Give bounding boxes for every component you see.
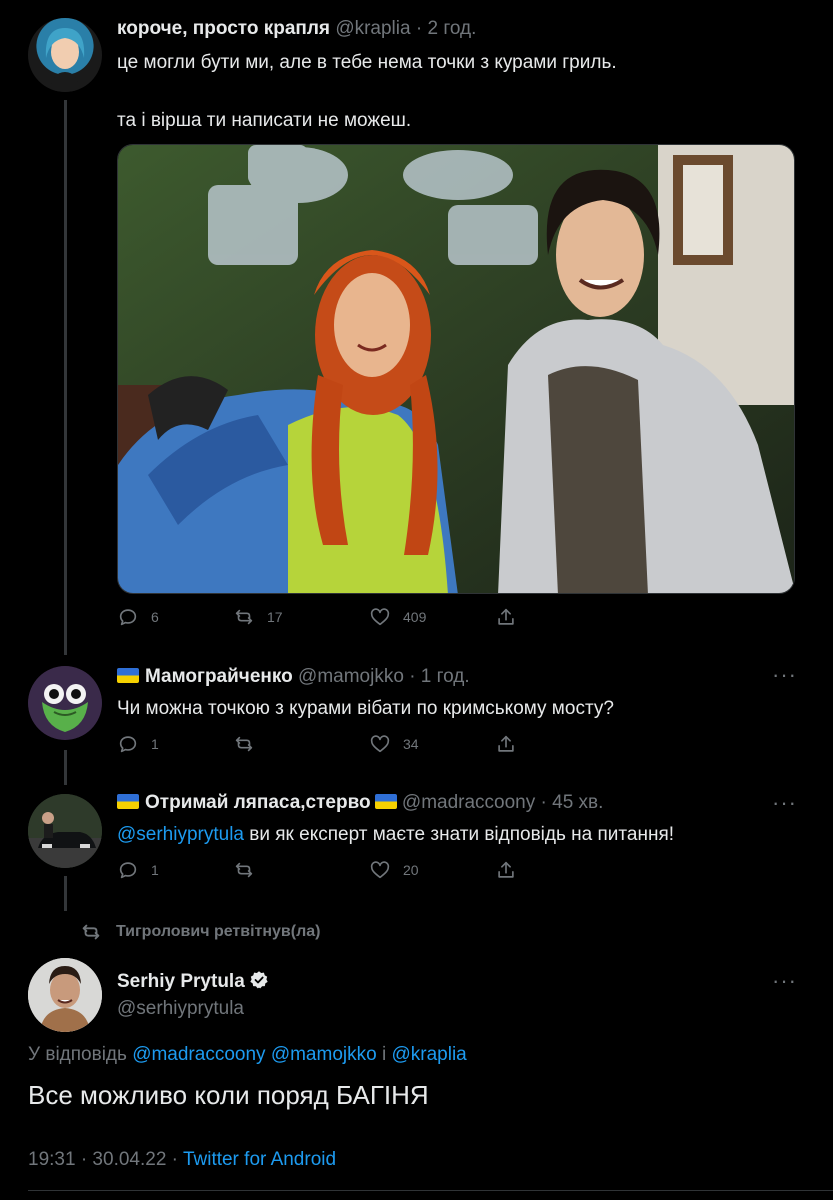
author-name[interactable]: Отримай ляпаса,стерво <box>145 792 371 813</box>
tweet-header: Отримай ляпаса,стерво @madraccoony · 45 … <box>117 792 603 814</box>
reply-button[interactable]: 6 <box>117 606 159 628</box>
ukraine-flag-icon <box>117 794 139 809</box>
divider <box>28 1190 833 1191</box>
avatar-portrait <box>45 28 85 92</box>
author-handle[interactable]: @madraccoony <box>402 792 535 813</box>
reply-icon <box>119 609 137 626</box>
retweet-button[interactable]: 17 <box>233 606 283 628</box>
mention-link[interactable]: @madraccoony <box>132 1044 265 1065</box>
separator: · <box>409 666 416 687</box>
tweet-time[interactable]: 45 хв. <box>552 792 603 813</box>
share-button[interactable] <box>495 733 517 755</box>
reply-count: 1 <box>151 736 159 752</box>
heart-icon <box>370 735 390 753</box>
mention-link[interactable]: @kraplia <box>391 1044 466 1065</box>
action-bar: 6 17 409 <box>117 606 537 630</box>
tweet-footer: 19:31 · 30.04.22 · Twitter for Android <box>28 1149 336 1171</box>
thread-line <box>64 750 67 785</box>
mention-link[interactable]: @mamojkko <box>271 1044 377 1065</box>
share-icon <box>498 735 514 752</box>
portrait-avatar <box>28 958 102 1032</box>
reply-and: і <box>376 1044 392 1065</box>
reply-button[interactable]: 1 <box>117 733 159 755</box>
retweeted-by[interactable]: Тигролович ретвітнув(ла) <box>80 921 320 943</box>
source-link[interactable]: Twitter for Android <box>183 1149 336 1170</box>
retweet-icon <box>235 609 253 625</box>
tweet-time[interactable]: 1 год. <box>421 666 470 687</box>
reply-icon <box>119 736 137 753</box>
author-name[interactable]: короче, просто крапля <box>117 18 330 39</box>
reply-context: У відповідь @madraccoony @mamojkko і @kr… <box>28 1044 467 1066</box>
car-avatar <box>28 794 102 868</box>
avatar[interactable] <box>28 958 102 1032</box>
share-button[interactable] <box>495 606 517 628</box>
reply-prefix: У відповідь <box>28 1044 133 1065</box>
retweet-icon <box>235 736 253 752</box>
retweet-count: 17 <box>267 609 283 625</box>
reply-count: 1 <box>151 862 159 878</box>
like-button[interactable]: 409 <box>369 606 426 628</box>
reply-icon <box>119 862 137 879</box>
avatar[interactable] <box>28 666 102 740</box>
author-handle[interactable]: @mamojkko <box>298 666 404 687</box>
more-button[interactable]: ··· <box>772 968 797 994</box>
like-count: 409 <box>403 609 427 625</box>
author-name[interactable]: Мамограйченко <box>145 666 293 687</box>
tweet-header: короче, просто крапля @kraplia · 2 год. <box>117 18 476 40</box>
heart-icon <box>370 608 390 626</box>
ukraine-flag-icon <box>117 668 139 683</box>
mention-link[interactable]: @serhiyprytula <box>117 824 244 845</box>
thread-line <box>64 100 67 655</box>
tweet-text: Чи можна точкою з курами вібати по кримс… <box>117 698 614 719</box>
verified-badge-icon <box>250 971 268 989</box>
like-button[interactable]: 20 <box>369 859 419 881</box>
author-name[interactable]: Serhiy Prytula <box>117 971 245 992</box>
tweet-text-rest: ви як експерт маєте знати відповідь на п… <box>244 824 675 845</box>
retweeted-by-label: Тигролович ретвітнув(ла) <box>116 923 321 940</box>
separator: · <box>415 18 423 39</box>
photo-image <box>118 145 794 593</box>
tweet-header: Мамограйченко @mamojkko · 1 год. <box>117 666 470 688</box>
tweet-text: @serhiyprytula ви як експерт маєте знати… <box>117 824 674 846</box>
share-icon <box>498 608 514 625</box>
tweet-text: це могли бути ми, але в тебе нема точки … <box>117 52 617 73</box>
tweet-photo[interactable] <box>117 144 795 594</box>
like-count: 34 <box>403 736 419 752</box>
more-button[interactable]: ··· <box>772 662 797 688</box>
timestamp[interactable]: 19:31 · 30.04.22 · <box>28 1149 183 1170</box>
ukraine-flag-icon <box>374 794 397 809</box>
retweet-icon <box>235 862 253 878</box>
heart-icon <box>370 861 390 879</box>
avatar[interactable] <box>28 18 102 92</box>
share-icon <box>498 861 514 878</box>
avatar[interactable] <box>28 794 102 868</box>
author-handle[interactable]: @kraplia <box>335 18 410 39</box>
main-tweet-text: Все можливо коли поряд БАГІНЯ <box>28 1080 429 1110</box>
frog-avatar <box>28 666 102 740</box>
share-button[interactable] <box>495 859 517 881</box>
retweet-button[interactable] <box>233 859 255 881</box>
action-bar: 1 34 <box>117 733 537 757</box>
action-bar: 1 20 <box>117 859 537 883</box>
retweet-icon <box>82 924 100 940</box>
tweet-time[interactable]: 2 год. <box>427 18 476 39</box>
tweet-text: та і вірша ти написати не можеш. <box>117 110 412 131</box>
main-author-name[interactable]: Serhiy Prytula <box>117 970 269 993</box>
separator: · <box>540 792 547 813</box>
like-button[interactable]: 34 <box>369 733 419 755</box>
more-button[interactable]: ··· <box>772 790 797 816</box>
retweet-button[interactable] <box>233 733 255 755</box>
reply-button[interactable]: 1 <box>117 859 159 881</box>
like-count: 20 <box>403 862 419 878</box>
reply-count: 6 <box>151 609 159 625</box>
author-handle[interactable]: @serhiyprytula <box>117 998 244 1020</box>
thread-line <box>64 876 67 911</box>
